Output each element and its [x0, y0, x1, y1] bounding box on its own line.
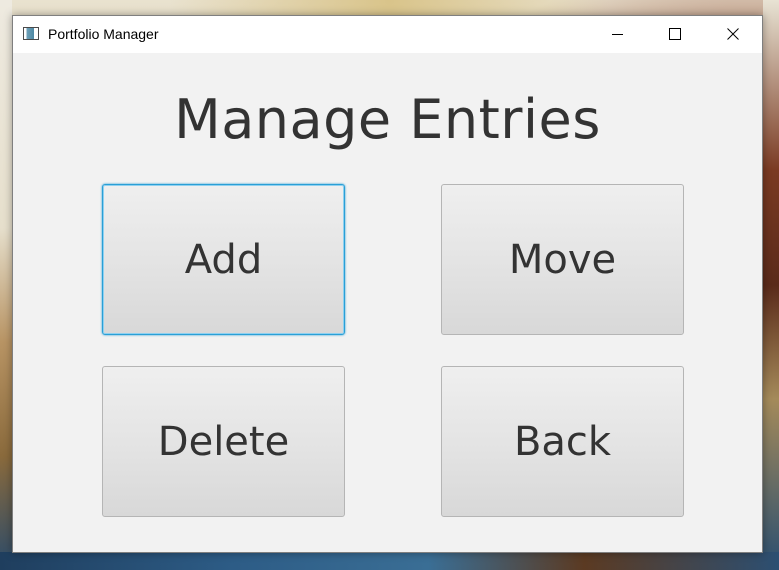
add-button[interactable]: Add — [102, 184, 345, 335]
move-button-label: Move — [508, 236, 617, 283]
minimize-icon — [612, 34, 623, 35]
desktop-wallpaper-left — [0, 0, 12, 570]
app-window-icon — [23, 27, 39, 40]
app-window: Portfolio Manager Manage Entries Add Mov… — [12, 15, 763, 553]
add-button-label: Add — [184, 236, 263, 283]
minimize-button[interactable] — [588, 16, 646, 53]
move-button[interactable]: Move — [441, 184, 684, 335]
delete-button-label: Delete — [157, 418, 290, 465]
delete-button[interactable]: Delete — [102, 366, 345, 517]
desktop-wallpaper-right — [763, 0, 779, 570]
page-title: Manage Entries — [174, 88, 601, 151]
back-button-label: Back — [513, 418, 612, 465]
close-icon — [727, 28, 739, 40]
back-button[interactable]: Back — [441, 366, 684, 517]
window-content: Manage Entries Add Move Delete Back — [13, 53, 762, 552]
desktop-wallpaper-bottom — [0, 552, 779, 570]
maximize-icon — [669, 28, 681, 40]
close-button[interactable] — [704, 16, 762, 53]
title-bar[interactable]: Portfolio Manager — [13, 16, 762, 53]
window-title: Portfolio Manager — [48, 26, 159, 42]
maximize-button[interactable] — [646, 16, 704, 53]
